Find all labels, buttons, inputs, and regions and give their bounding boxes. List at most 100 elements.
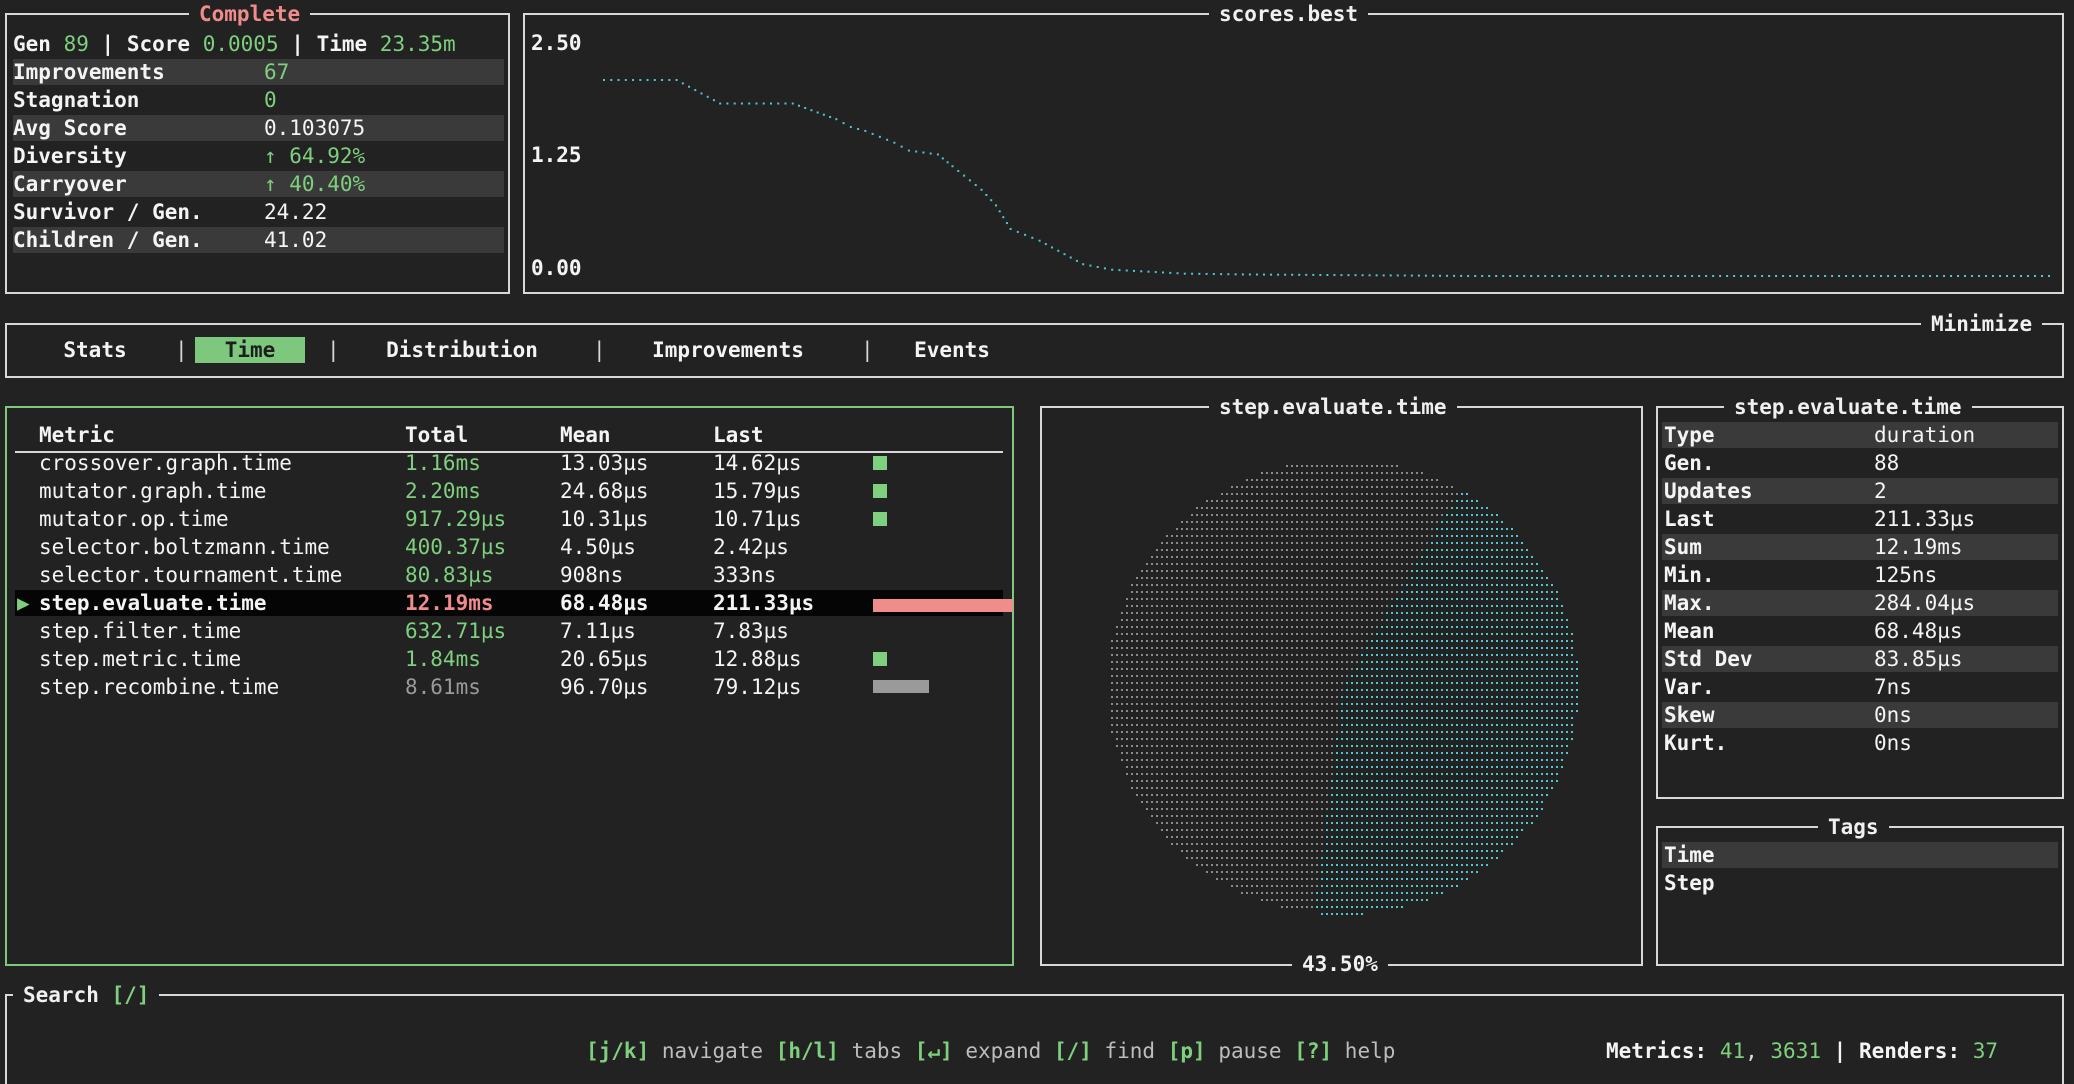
table-row[interactable]: selector.tournament.time80.83µs908ns333n… [15, 562, 1003, 588]
rest-dot [1306, 780, 1308, 782]
rest-dot [1301, 850, 1303, 852]
rest-dot [1221, 507, 1223, 509]
rest-dot [1181, 710, 1183, 712]
slice-dot [1536, 661, 1538, 663]
table-row[interactable]: mutator.op.time917.29µs10.31µs10.71µs [15, 506, 1003, 532]
rest-dot [1176, 640, 1178, 642]
slice-dot [1566, 682, 1568, 684]
slice-dot [1511, 647, 1513, 649]
rest-dot [1326, 507, 1328, 509]
slice-dot [1486, 521, 1488, 523]
slice-dot [1356, 710, 1358, 712]
rest-dot [1166, 766, 1168, 768]
slice-dot [1506, 647, 1508, 649]
rest-dot [1286, 661, 1288, 663]
rest-dot [1366, 612, 1368, 614]
slice-dot [1571, 654, 1573, 656]
rest-dot [1176, 675, 1178, 677]
table-row[interactable]: step.metric.time1.84ms20.65µs12.88µs [15, 646, 1003, 672]
slice-dot [1431, 836, 1433, 838]
rest-dot [1256, 843, 1258, 845]
slice-dot [1346, 787, 1348, 789]
slice-dot [1521, 780, 1523, 782]
rest-dot [1131, 710, 1133, 712]
rest-dot [1271, 843, 1273, 845]
rest-dot [1166, 633, 1168, 635]
rest-dot [1281, 535, 1283, 537]
slice-dot [1461, 850, 1463, 852]
slice-dot [1341, 787, 1343, 789]
rest-dot [1246, 493, 1248, 495]
slice-dot [1476, 808, 1478, 810]
status-label: Carryover [13, 171, 127, 197]
slice-dot [1521, 773, 1523, 775]
rest-dot [1236, 843, 1238, 845]
slice-dot [1371, 703, 1373, 705]
rest-dot [1171, 619, 1173, 621]
rest-dot [1191, 829, 1193, 831]
tab-time[interactable]: Time [195, 337, 305, 363]
rest-dot [1226, 549, 1228, 551]
rest-dot [1316, 521, 1318, 523]
slice-dot [1521, 822, 1523, 824]
slice-dot [1446, 598, 1448, 600]
rest-dot [1271, 801, 1273, 803]
slice-dot [1461, 493, 1463, 495]
rest-dot [1211, 507, 1213, 509]
rest-dot [1256, 822, 1258, 824]
slice-dot [1416, 661, 1418, 663]
tab-stats[interactable]: Stats [55, 337, 135, 363]
rest-dot [1326, 577, 1328, 579]
rest-dot [1216, 836, 1218, 838]
series-point [951, 165, 953, 167]
tab-improvements[interactable]: Improvements [643, 337, 813, 363]
rest-dot [1211, 528, 1213, 530]
table-row[interactable]: mutator.graph.time2.20ms24.68µs15.79µs [15, 478, 1003, 504]
rest-dot [1311, 486, 1313, 488]
rest-dot [1306, 612, 1308, 614]
minimize-button[interactable]: Minimize [1921, 311, 2042, 337]
series-point [901, 146, 903, 148]
slice-dot [1426, 878, 1428, 880]
rest-dot [1336, 710, 1338, 712]
tab-distribution[interactable]: Distribution [377, 337, 547, 363]
slice-dot [1466, 815, 1468, 817]
table-row[interactable]: step.filter.time632.71µs7.11µs7.83µs [15, 618, 1003, 644]
slice-dot [1411, 605, 1413, 607]
rest-dot [1161, 745, 1163, 747]
status-label: Avg Score [13, 115, 127, 141]
slice-dot [1546, 794, 1548, 796]
rest-dot [1251, 535, 1253, 537]
selected-marker: ▶ [17, 590, 30, 616]
rest-dot [1186, 773, 1188, 775]
rest-dot [1306, 689, 1308, 691]
rest-dot [1301, 563, 1303, 565]
slice-dot [1361, 654, 1363, 656]
slice-dot [1406, 703, 1408, 705]
rest-dot [1296, 745, 1298, 747]
series-point [639, 79, 641, 81]
rest-dot [1181, 598, 1183, 600]
slice-dot [1431, 570, 1433, 572]
rest-dot [1236, 822, 1238, 824]
rest-dot [1196, 556, 1198, 558]
table-row[interactable]: ▶step.evaluate.time12.19ms68.48µs211.33µ… [15, 590, 1003, 616]
rest-dot [1221, 535, 1223, 537]
rest-dot [1266, 633, 1268, 635]
slice-dot [1471, 738, 1473, 740]
table-row[interactable]: step.recombine.time8.61ms96.70µs79.12µs [15, 674, 1003, 700]
rest-dot [1241, 682, 1243, 684]
column-header: Mean [560, 422, 611, 448]
rest-dot [1271, 710, 1273, 712]
rest-dot [1331, 570, 1333, 572]
tab-events[interactable]: Events [907, 337, 997, 363]
rest-dot [1176, 752, 1178, 754]
rest-dot [1296, 514, 1298, 516]
table-row[interactable]: selector.boltzmann.time400.37µs4.50µs2.4… [15, 534, 1003, 560]
rest-dot [1151, 605, 1153, 607]
table-row[interactable]: crossover.graph.time1.16ms13.03µs14.62µs [15, 450, 1003, 476]
rest-dot [1426, 535, 1428, 537]
series-point [1390, 274, 1392, 276]
rest-dot [1161, 570, 1163, 572]
metric-total: 12.19ms [405, 590, 494, 616]
